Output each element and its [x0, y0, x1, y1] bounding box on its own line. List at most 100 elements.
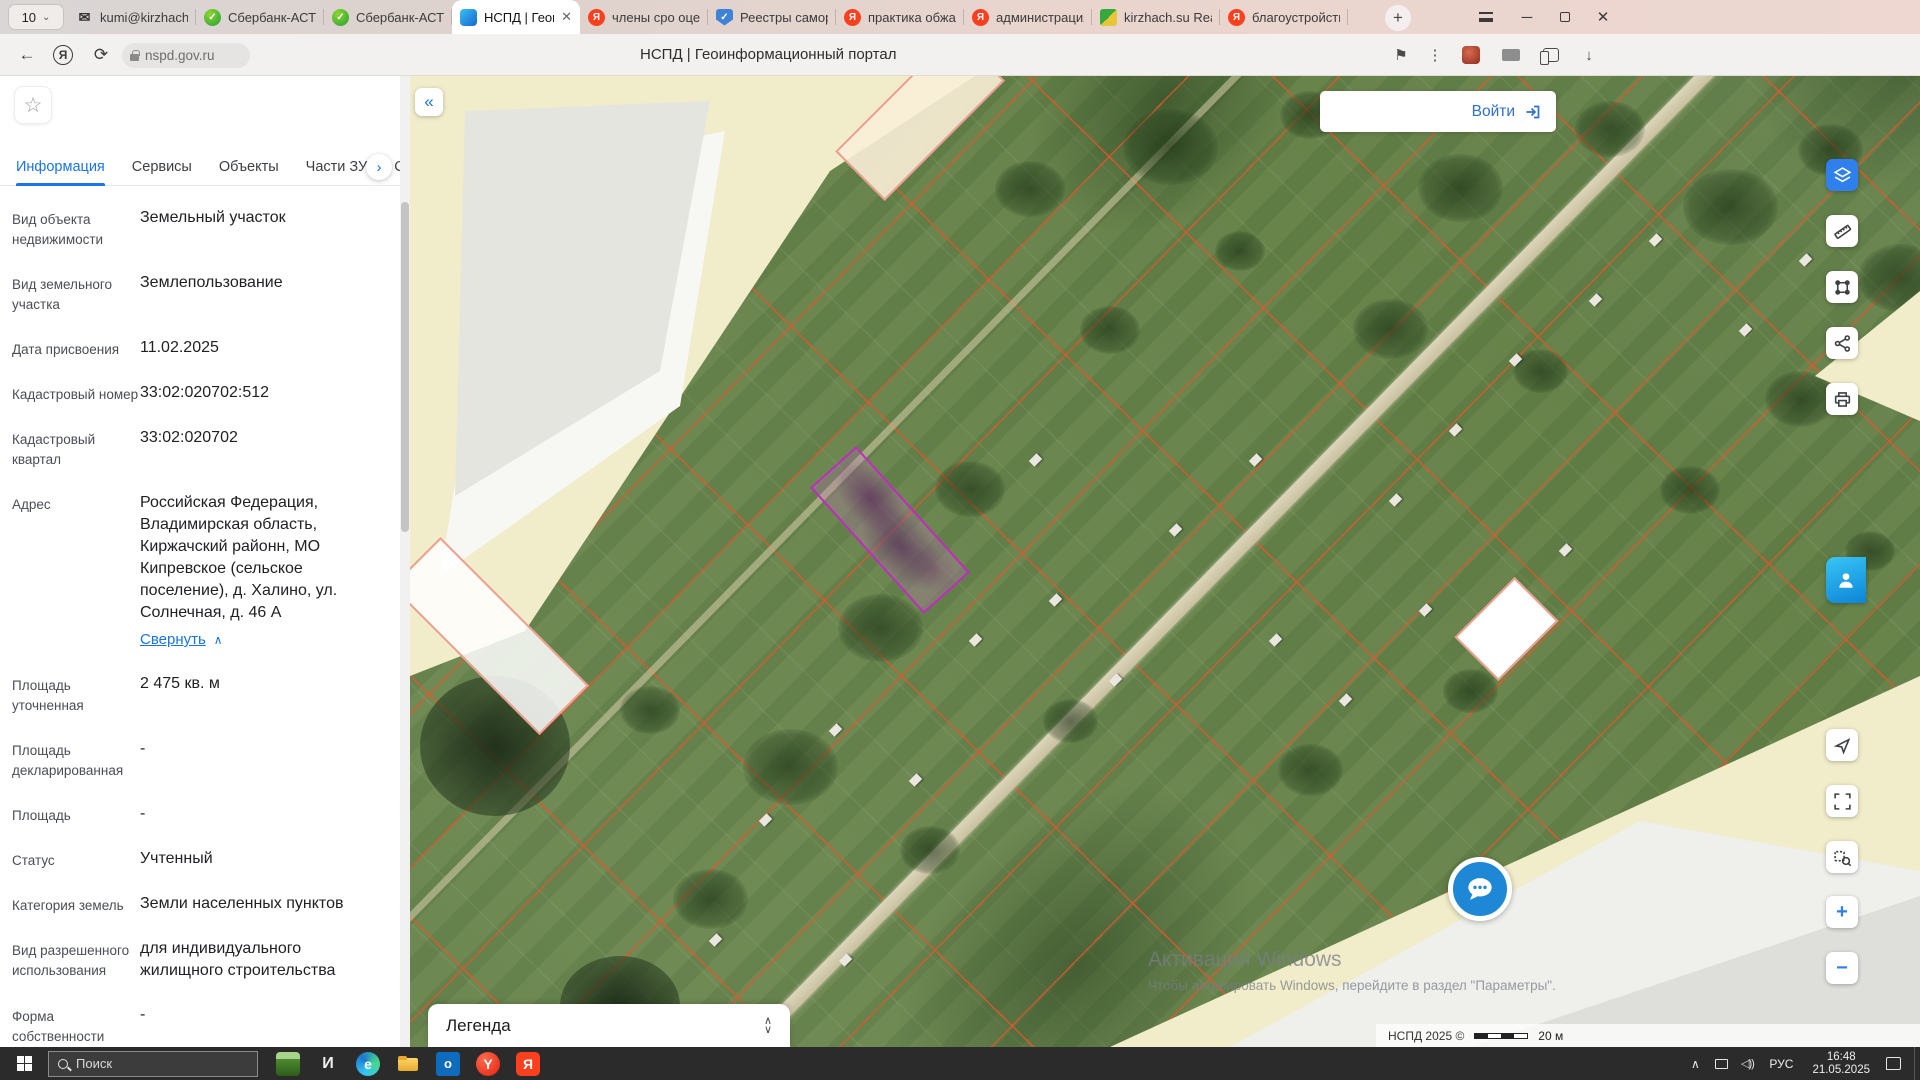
- tab-label: практика обжалов: [868, 10, 956, 25]
- panel-tab-объекты[interactable]: Объекты: [219, 148, 279, 185]
- tab-label: Сбербанк-АСТ - Эл: [356, 10, 444, 25]
- url-field[interactable]: nspd.gov.ru: [122, 43, 250, 68]
- panel-tab-сервисы[interactable]: Сервисы: [132, 148, 192, 185]
- new-tab-button[interactable]: +: [1385, 5, 1411, 31]
- tabs-scroll-right-button[interactable]: ›: [366, 154, 392, 180]
- tab-counter[interactable]: 10 ⌄: [8, 4, 64, 30]
- yandex-home-button[interactable]: Я: [50, 42, 76, 68]
- browser-tab-2[interactable]: ✓Сбербанк-АСТ - Эл: [324, 0, 452, 34]
- print-tool-button[interactable]: [1826, 383, 1858, 415]
- browser-tab-7[interactable]: Яадминистрация ки: [964, 0, 1092, 34]
- clock-date: 21.05.2025: [1812, 1064, 1870, 1077]
- search-icon: [58, 1059, 68, 1069]
- photos-icon: [276, 1052, 300, 1076]
- browser-tab-3[interactable]: НСПД | Геоинфо✕: [452, 0, 580, 34]
- browser-tab-9[interactable]: Яблагоустройство т: [1220, 0, 1348, 34]
- browser-menu-button[interactable]: [1466, 0, 1506, 34]
- browser-tab-1[interactable]: ✓Сбербанк-АСТ - Эл: [196, 0, 324, 34]
- extension-icon: [1462, 46, 1480, 64]
- taskbar-app-yandex-search[interactable]: Я: [508, 1047, 548, 1080]
- browser-tab-0[interactable]: ✉kumi@kirzhach.su: [68, 0, 196, 34]
- taskbar-search-input[interactable]: Поиск: [48, 1051, 258, 1077]
- locate-tool-button[interactable]: [1826, 729, 1858, 761]
- field-value: -: [140, 1004, 386, 1047]
- object-info-panel: ☆ ИнформацияСервисыОбъектыЧасти ЗУСоста …: [0, 76, 400, 1047]
- panel-tab-части зу[interactable]: Части ЗУ: [306, 148, 368, 185]
- sidebar-scrollbar-thumb[interactable]: [401, 202, 409, 532]
- bookmark-button[interactable]: ⚑: [1388, 42, 1414, 68]
- field-value: 33:02:020702:512: [140, 382, 386, 405]
- window-close-button[interactable]: ✕: [1583, 0, 1623, 34]
- measure-tool-button[interactable]: [1826, 271, 1858, 303]
- language-indicator[interactable]: РУС: [1760, 1057, 1802, 1071]
- login-bar[interactable]: Войти: [1320, 91, 1556, 132]
- volume-tray-icon[interactable]: ◁)): [1734, 1047, 1760, 1080]
- area-zoom-tool-button[interactable]: [1826, 841, 1858, 873]
- side-panels-button[interactable]: [1538, 42, 1564, 68]
- taskbar-app-explorer[interactable]: [388, 1047, 428, 1080]
- search-placeholder: Поиск: [76, 1056, 112, 1071]
- tab-counter-value: 10: [22, 10, 36, 25]
- layers-icon: [1833, 166, 1852, 185]
- extension2-button[interactable]: [1498, 42, 1524, 68]
- tab-close-icon[interactable]: ✕: [561, 9, 572, 25]
- zoom-out-button[interactable]: −: [1826, 952, 1858, 984]
- taskbar-app-edge[interactable]: e: [348, 1047, 388, 1080]
- collapse-address-link[interactable]: Свернуть: [140, 629, 206, 651]
- field-row: Площадь декларированная-: [0, 727, 392, 792]
- legend-panel[interactable]: Легенда ∧∨: [428, 1004, 790, 1047]
- back-button[interactable]: ←: [14, 42, 40, 68]
- field-label: Вид объекта недвижимости: [12, 207, 140, 250]
- panel-tabs: ИнформацияСервисыОбъектыЧасти ЗУСоста: [0, 148, 400, 186]
- ruler-tool-button[interactable]: [1826, 215, 1858, 247]
- more-options-button[interactable]: ⋮: [1422, 42, 1448, 68]
- favorite-star-button[interactable]: ☆: [14, 86, 52, 124]
- window-restore-button[interactable]: [1545, 0, 1585, 34]
- downloads-button[interactable]: ↓: [1576, 42, 1602, 68]
- browser-tab-4[interactable]: Ячлены сро оценщи: [580, 0, 708, 34]
- notification-center-button[interactable]: [1880, 1047, 1906, 1080]
- collapse-panel-button[interactable]: «: [415, 88, 443, 116]
- chat-button[interactable]: [1448, 857, 1512, 921]
- panel-tab-информация[interactable]: Информация: [16, 148, 105, 185]
- field-row: Вид разрешенного использованиядля индиви…: [0, 927, 392, 993]
- legend-label: Легенда: [446, 1016, 764, 1036]
- browser-tab-5[interactable]: ✓Реестры саморегу: [708, 0, 836, 34]
- map-canvas[interactable]: « Войти + − Активация Windows Чтобы акти…: [410, 76, 1920, 1047]
- taskbar-apps: Иe oYЯ: [268, 1047, 548, 1080]
- browser-tab-6[interactable]: Япрактика обжалов: [836, 0, 964, 34]
- hidden-icons-button[interactable]: ∧: [1682, 1047, 1708, 1080]
- field-value: 11.02.2025: [140, 337, 386, 360]
- tab-label: администрация ки: [996, 10, 1084, 25]
- start-button[interactable]: [0, 1047, 48, 1080]
- assistant-widget[interactable]: [1826, 557, 1866, 603]
- scale-label: 20 м: [1538, 1029, 1563, 1043]
- field-value: -: [140, 738, 386, 781]
- taskbar-app-outlook[interactable]: o: [428, 1047, 468, 1080]
- field-label: Кадастровый номер: [12, 382, 140, 405]
- field-row: Вид объекта недвижимостиЗемельный участо…: [0, 196, 392, 261]
- display-tray-icon[interactable]: [1708, 1047, 1734, 1080]
- window-minimize-button[interactable]: ─: [1507, 0, 1547, 34]
- taskbar-app-app-i[interactable]: И: [308, 1047, 348, 1080]
- windows-icon: [17, 1056, 32, 1071]
- field-label: Категория земель: [12, 893, 140, 916]
- field-label: Дата присвоения: [12, 337, 140, 360]
- layers-tool-button[interactable]: [1826, 159, 1858, 191]
- frame-tool-button[interactable]: [1826, 785, 1858, 817]
- refresh-button[interactable]: ⟳: [88, 42, 114, 68]
- share-tool-button[interactable]: [1826, 327, 1858, 359]
- show-desktop-button[interactable]: [1914, 1047, 1920, 1080]
- watermark-subtitle: Чтобы активировать Windows, перейдите в …: [1148, 978, 1556, 993]
- extension-button[interactable]: [1458, 42, 1484, 68]
- field-label: Площадь: [12, 803, 140, 826]
- crest-icon: [1100, 9, 1117, 26]
- zoom-in-button[interactable]: +: [1826, 896, 1858, 928]
- field-row: Категория земельЗемли населенных пунктов: [0, 882, 392, 927]
- taskbar-clock[interactable]: 16:48 21.05.2025: [1802, 1051, 1880, 1077]
- tab-label: kumi@kirzhach.su: [100, 10, 188, 25]
- field-label: Вид разрешенного использования: [12, 938, 140, 982]
- taskbar-app-photos[interactable]: [268, 1047, 308, 1080]
- browser-tab-8[interactable]: kirzhach.su Reart -: [1092, 0, 1220, 34]
- taskbar-app-yandex-browser[interactable]: Y: [468, 1047, 508, 1080]
